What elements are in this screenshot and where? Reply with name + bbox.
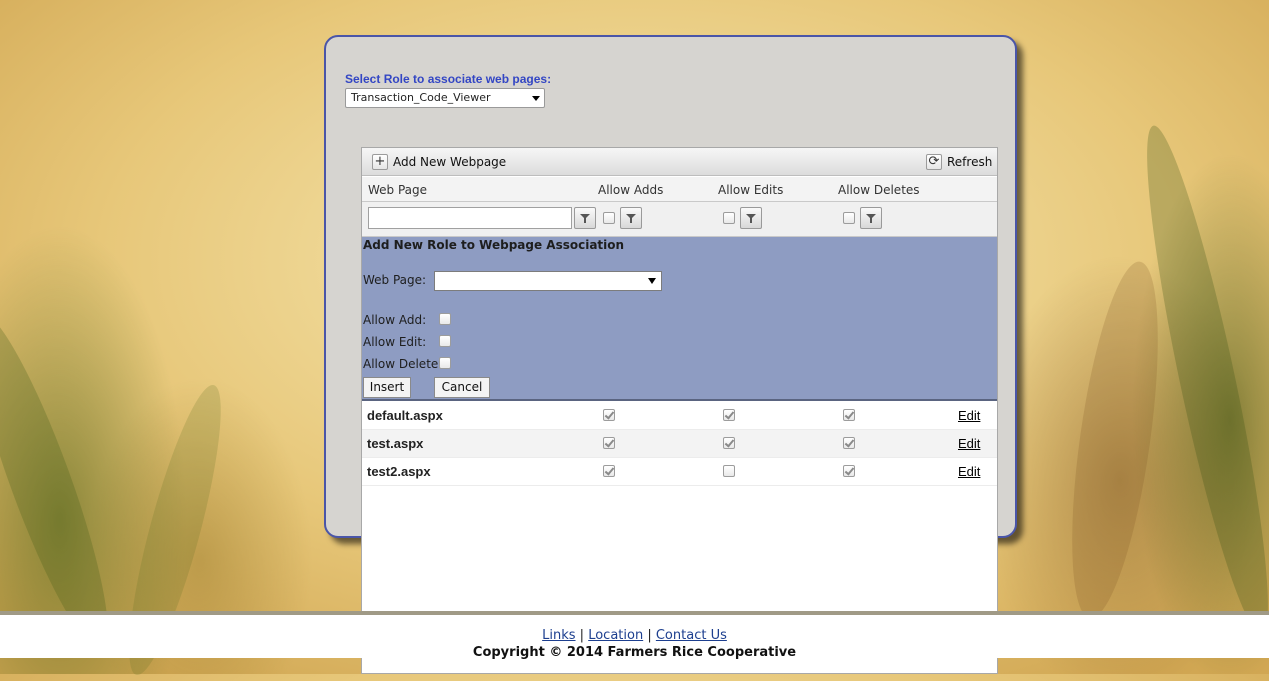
footer-link-contact-us[interactable]: Contact Us	[656, 628, 727, 643]
refresh-label: Refresh	[947, 155, 993, 169]
allow-edits-filter-checkbox[interactable]	[723, 212, 735, 224]
role-dropdown[interactable]: Transaction_Code_Viewer	[345, 88, 545, 108]
allow-adds-filter-icon[interactable]	[620, 207, 642, 229]
insert-button[interactable]: Insert	[363, 377, 411, 398]
footer-link-location[interactable]: Location	[588, 628, 643, 643]
row-allow-edits-checkbox	[723, 437, 735, 449]
role-select-label: Select Role to associate web pages:	[345, 72, 552, 86]
web-page-label: Web Page:	[363, 273, 427, 287]
cancel-button[interactable]: Cancel	[434, 377, 490, 398]
grid-filter-row	[362, 202, 997, 237]
allow-deletes-filter-checkbox[interactable]	[843, 212, 855, 224]
role-dropdown-value: Transaction_Code_Viewer	[351, 91, 491, 104]
table-row: default.aspx Edit	[362, 402, 997, 430]
allow-edit-label: Allow Edit:	[363, 335, 427, 349]
column-header-web-page[interactable]: Web Page	[368, 183, 427, 197]
row-allow-edits-checkbox	[723, 409, 735, 421]
row-page-name: test2.aspx	[367, 464, 431, 479]
webpage-filter-icon[interactable]	[574, 207, 596, 229]
webpage-grid: + Add New Webpage ⟳ Refresh Web Page All…	[361, 147, 998, 674]
webpage-filter-input[interactable]	[368, 207, 572, 229]
page-footer: Links | Location | Contact Us Copyright …	[0, 611, 1269, 660]
chevron-down-icon	[532, 96, 540, 101]
background-stalk	[1055, 256, 1175, 624]
row-allow-adds-checkbox	[603, 409, 615, 421]
allow-add-checkbox[interactable]	[439, 313, 451, 325]
column-header-allow-edits[interactable]: Allow Edits	[718, 183, 783, 197]
allow-delete-checkbox[interactable]	[439, 357, 451, 369]
allow-edits-filter-icon[interactable]	[740, 207, 762, 229]
chevron-down-icon	[648, 278, 656, 284]
table-row: test.aspx Edit	[362, 430, 997, 458]
column-header-allow-deletes[interactable]: Allow Deletes	[838, 183, 920, 197]
allow-adds-filter-checkbox[interactable]	[603, 212, 615, 224]
row-allow-edits-checkbox	[723, 465, 735, 477]
add-new-webpage-label: Add New Webpage	[393, 155, 507, 169]
plus-icon: +	[372, 154, 388, 170]
footer-link-links[interactable]: Links	[542, 628, 575, 643]
allow-edit-checkbox[interactable]	[439, 335, 451, 347]
insert-form-title: Add New Role to Webpage Association	[363, 238, 625, 252]
row-allow-deletes-checkbox	[843, 437, 855, 449]
refresh-icon: ⟳	[926, 154, 942, 170]
add-new-webpage-button[interactable]: + Add New Webpage	[372, 153, 506, 171]
row-edit-link[interactable]: Edit	[958, 408, 980, 423]
row-edit-link[interactable]: Edit	[958, 464, 980, 479]
table-row: test2.aspx Edit	[362, 458, 997, 486]
allow-add-label: Allow Add:	[363, 313, 427, 327]
footer-links: Links | Location | Contact Us	[0, 628, 1269, 643]
allow-delete-label: Allow Delete:	[363, 357, 443, 371]
grid-header-row: Web Page Allow Adds Allow Edits Allow De…	[362, 177, 997, 202]
footer-separator: |	[647, 628, 652, 643]
row-page-name: test.aspx	[367, 436, 424, 451]
row-allow-adds-checkbox	[603, 465, 615, 477]
copyright-text: Copyright © 2014 Farmers Rice Cooperativ…	[472, 645, 797, 660]
row-allow-deletes-checkbox	[843, 409, 855, 421]
row-page-name: default.aspx	[367, 408, 443, 423]
refresh-button[interactable]: ⟳ Refresh	[926, 153, 992, 171]
insert-form: Add New Role to Webpage Association Web …	[362, 237, 997, 401]
grid-command-bar: + Add New Webpage ⟳ Refresh	[362, 148, 997, 176]
web-page-dropdown[interactable]	[434, 271, 662, 291]
column-header-allow-adds[interactable]: Allow Adds	[598, 183, 663, 197]
row-allow-deletes-checkbox	[843, 465, 855, 477]
row-edit-link[interactable]: Edit	[958, 436, 980, 451]
row-allow-adds-checkbox	[603, 437, 615, 449]
background-stalk	[0, 300, 130, 660]
allow-deletes-filter-icon[interactable]	[860, 207, 882, 229]
footer-separator: |	[579, 628, 585, 643]
